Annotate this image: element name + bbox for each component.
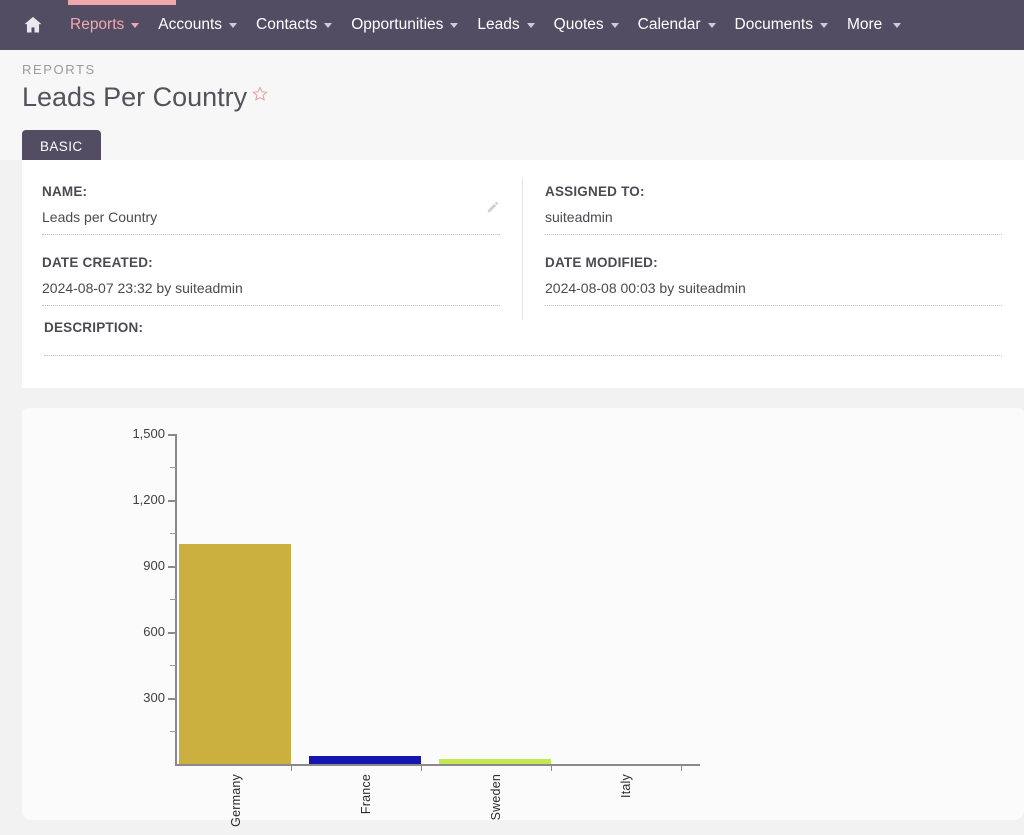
y-tick-minor <box>170 467 176 468</box>
chart-card: 300 600 900 1,200 1,500 Germany France Sweden I… <box>22 408 1024 827</box>
field-divider <box>44 355 1002 356</box>
field-name-label: NAME: <box>42 184 88 199</box>
nav-item-label: Accounts <box>158 16 223 33</box>
nav-item-label: Calendar <box>637 16 701 33</box>
active-tab-accent <box>68 0 176 5</box>
y-tick-major <box>168 500 176 502</box>
nav-item-label: Contacts <box>256 16 318 33</box>
bar-germany[interactable] <box>179 544 291 764</box>
y-tick-major <box>168 434 176 436</box>
field-divider <box>545 305 1002 306</box>
y-tick-minor <box>170 533 176 534</box>
y-tick-minor <box>170 731 176 732</box>
detail-column-left: NAME: Leads per Country DATE CREATED: 20… <box>22 178 523 320</box>
y-tick-label: 900 <box>143 558 165 573</box>
field-divider <box>42 305 500 306</box>
chevron-down-icon[interactable] <box>229 22 238 28</box>
field-divider <box>42 234 500 235</box>
pencil-icon[interactable] <box>486 200 500 219</box>
breadcrumb: REPORTS <box>22 62 96 77</box>
top-navigation-bar: Reports Accounts Contacts Opportunities Lead… <box>0 0 1024 50</box>
field-assigned-to-value: suiteadmin <box>545 209 613 225</box>
nav-item-label: Leads <box>477 16 520 33</box>
nav-item-quotes[interactable]: Quotes <box>554 16 619 34</box>
x-label-france: France <box>359 774 373 815</box>
home-icon[interactable] <box>22 14 44 36</box>
y-tick-major <box>168 566 176 568</box>
bar-chart: 300 600 900 1,200 1,500 Germany France Sweden I… <box>55 422 700 827</box>
nav-item-leads[interactable]: Leads <box>477 16 535 34</box>
detail-panel: NAME: Leads per Country DATE CREATED: 20… <box>22 160 1024 388</box>
favorite-star-icon[interactable] <box>251 85 269 108</box>
page-header: REPORTS Leads Per Country <box>0 50 1024 130</box>
field-date-modified-label: DATE MODIFIED: <box>545 255 658 270</box>
chevron-down-icon[interactable] <box>450 22 459 28</box>
chevron-down-icon[interactable] <box>324 22 333 28</box>
chevron-down-icon[interactable] <box>526 22 535 28</box>
nav-item-label: More <box>846 16 883 33</box>
y-tick-minor <box>170 665 176 666</box>
nav-item-contacts[interactable]: Contacts <box>256 16 333 34</box>
field-date-created-label: DATE CREATED: <box>42 255 153 270</box>
y-tick-major <box>168 632 176 634</box>
nav-item-reports[interactable]: Reports <box>70 16 140 34</box>
detail-column-right: ASSIGNED TO: suiteadmin DATE MODIFIED: 2… <box>523 178 1024 320</box>
chevron-down-icon[interactable] <box>131 22 140 28</box>
x-tick <box>421 766 422 771</box>
field-description: DESCRIPTION: <box>22 320 1024 356</box>
field-name: NAME: Leads per Country <box>42 178 500 235</box>
x-axis-line <box>175 764 700 766</box>
field-description-value <box>44 335 1002 355</box>
field-divider <box>545 234 1002 235</box>
x-label-germany: Germany <box>229 774 243 827</box>
y-tick-major <box>168 698 176 700</box>
nav-item-label: Documents <box>734 16 813 33</box>
chevron-down-icon[interactable] <box>610 22 619 28</box>
nav-item-documents[interactable]: Documents <box>735 16 828 34</box>
x-tick <box>551 766 552 771</box>
bars-layer <box>177 434 700 764</box>
field-description-label: DESCRIPTION: <box>44 320 144 335</box>
tab-basic[interactable]: BASIC <box>22 130 101 162</box>
field-assigned-to: ASSIGNED TO: suiteadmin <box>545 178 1002 235</box>
nav-item-opportunities[interactable]: Opportunities <box>351 16 459 34</box>
nav-item-label: Quotes <box>553 16 604 33</box>
chevron-down-icon[interactable] <box>707 22 716 28</box>
field-date-created-value: 2024-08-07 23:32 by suiteadmin <box>42 280 243 296</box>
bar-sweden[interactable] <box>439 758 551 764</box>
nav-item-label: Reports <box>70 16 125 33</box>
nav-item-more[interactable]: More <box>846 16 902 34</box>
chevron-down-icon[interactable] <box>893 22 902 28</box>
nav-items-container: Reports Accounts Contacts Opportunities Lead… <box>70 16 920 34</box>
x-tick <box>681 766 682 771</box>
field-name-value: Leads per Country <box>42 209 158 225</box>
field-date-modified-value: 2024-08-08 00:03 by suiteadmin <box>545 280 746 296</box>
field-assigned-to-label: ASSIGNED TO: <box>545 184 645 199</box>
bar-france[interactable] <box>309 756 421 764</box>
x-tick <box>291 766 292 771</box>
tab-strip: BASIC <box>0 130 1024 162</box>
nav-item-accounts[interactable]: Accounts <box>158 16 238 34</box>
nav-item-calendar[interactable]: Calendar <box>638 16 716 34</box>
y-tick-minor <box>170 599 176 600</box>
field-date-created: DATE CREATED: 2024-08-07 23:32 by suitea… <box>42 249 500 306</box>
y-tick-label: 1,500 <box>132 426 165 441</box>
x-label-italy: Italy <box>619 774 633 798</box>
x-label-sweden: Sweden <box>489 774 503 821</box>
field-date-modified: DATE MODIFIED: 2024-08-08 00:03 by suite… <box>545 249 1002 306</box>
chevron-down-icon[interactable] <box>819 22 828 28</box>
y-tick-label: 300 <box>143 690 165 705</box>
y-tick-label: 1,200 <box>132 492 165 507</box>
y-tick-label: 600 <box>143 624 165 639</box>
page-title: Leads Per Country <box>22 82 248 112</box>
nav-item-label: Opportunities <box>351 16 444 33</box>
